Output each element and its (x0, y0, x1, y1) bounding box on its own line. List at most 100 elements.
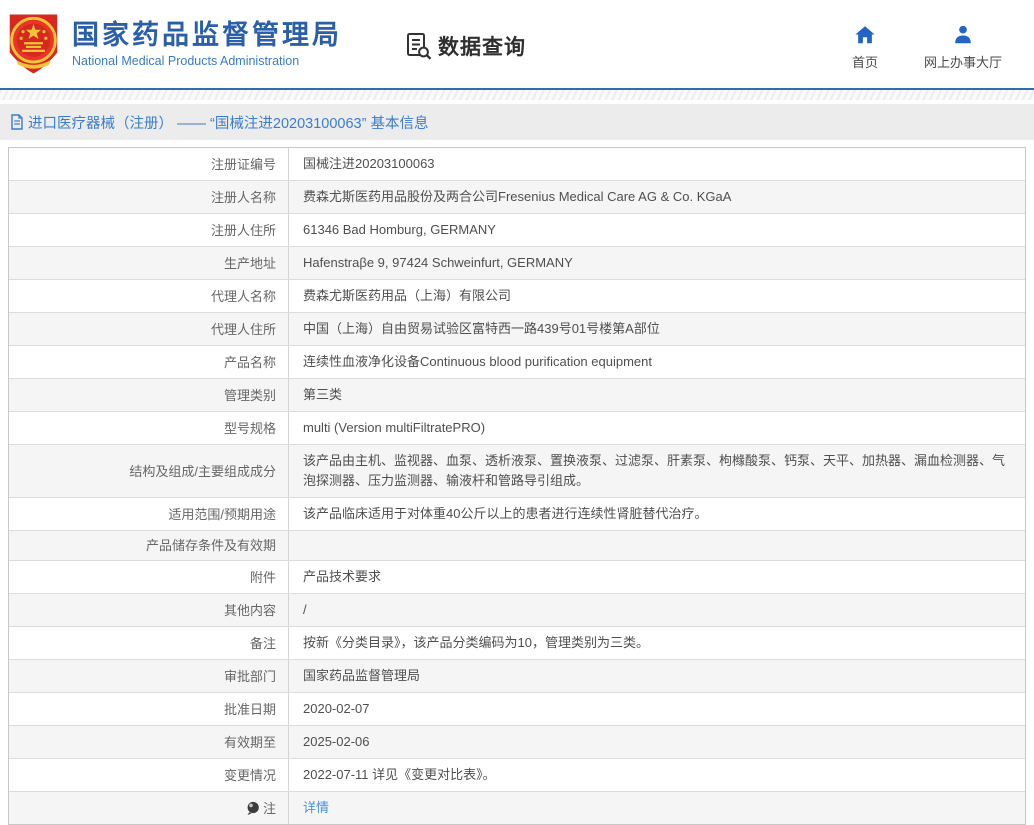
row-value: 按新《分类目录》，该产品分类编码为10，管理类别为三类。 (289, 627, 1025, 659)
row-value: 国械注进20203100063 (289, 148, 1025, 180)
table-row: 适用范围/预期用途 该产品临床适用于对体重40公斤以上的患者进行连续性肾脏替代治… (9, 498, 1025, 531)
row-label: 注册人住所 (9, 214, 289, 246)
row-label-text: 有效期至 (224, 734, 276, 751)
row-label-text: 注册人住所 (211, 222, 276, 239)
table-row: 其他内容 / (9, 594, 1025, 627)
row-label: 备注 (9, 627, 289, 659)
page-header: 国家药品监督管理局 National Medical Products Admi… (0, 0, 1034, 88)
table-row: 备注 按新《分类目录》，该产品分类编码为10，管理类别为三类。 (9, 627, 1025, 660)
header-nav: 首页 网上办事大厅 (852, 24, 1002, 71)
row-label-text: 管理类别 (224, 387, 276, 404)
row-label-text: 注册人名称 (211, 189, 276, 206)
row-value: 该产品临床适用于对体重40公斤以上的患者进行连续性肾脏替代治疗。 (289, 498, 1025, 530)
row-value: 中国（上海）自由贸易试验区富特西一路439号01号楼第A部位 (289, 313, 1025, 345)
row-label: 代理人住所 (9, 313, 289, 345)
document-search-icon (404, 31, 434, 61)
row-label: 附件 (9, 561, 289, 593)
nav-home-label: 首页 (852, 52, 878, 71)
table-row: 批准日期 2020-02-07 (9, 693, 1025, 726)
row-value: 2025-02-06 (289, 726, 1025, 758)
row-label: 有效期至 (9, 726, 289, 758)
row-label-text: 其他内容 (224, 602, 276, 619)
row-label-text: 注册证编号 (211, 156, 276, 173)
nav-service-hall-label: 网上办事大厅 (924, 52, 1002, 71)
row-value: 费森尤斯医药用品（上海）有限公司 (289, 280, 1025, 312)
row-value: 2022-07-11 详见《变更对比表》。 (289, 759, 1025, 791)
user-icon (952, 24, 974, 46)
row-label-text: 变更情况 (224, 767, 276, 784)
row-label-text: 批准日期 (224, 701, 276, 718)
row-label: 代理人名称 (9, 280, 289, 312)
row-label: 产品储存条件及有效期 (9, 531, 289, 560)
row-value: 第三类 (289, 379, 1025, 411)
table-row: 产品储存条件及有效期 (9, 531, 1025, 561)
row-value (289, 531, 1025, 560)
row-label: 注册证编号 (9, 148, 289, 180)
nav-item-service-hall[interactable]: 网上办事大厅 (924, 24, 1002, 71)
row-label: 生产地址 (9, 247, 289, 279)
table-row: 结构及组成/主要组成成分 该产品由主机、监视器、血泵、透析液泵、置换液泵、过滤泵… (9, 445, 1025, 498)
row-label: 其他内容 (9, 594, 289, 626)
table-row: 附件 产品技术要求 (9, 561, 1025, 594)
row-label: 批准日期 (9, 693, 289, 725)
row-label-text: 注 (263, 800, 276, 817)
row-label-text: 结构及组成/主要组成成分 (129, 463, 276, 480)
row-value: 2020-02-07 (289, 693, 1025, 725)
row-value: 61346 Bad Homburg, GERMANY (289, 214, 1025, 246)
table-row: 注册人住所 61346 Bad Homburg, GERMANY (9, 214, 1025, 247)
row-label: 结构及组成/主要组成成分 (9, 445, 289, 497)
home-icon (854, 24, 876, 46)
table-row: 变更情况 2022-07-11 详见《变更对比表》。 (9, 759, 1025, 792)
data-query-section: 数据查询 (404, 31, 526, 61)
document-icon (10, 114, 24, 130)
row-value: 费森尤斯医药用品股份及两合公司Fresenius Medical Care AG… (289, 181, 1025, 213)
table-row: 管理类别 第三类 (9, 379, 1025, 412)
table-row: 审批部门 国家药品监督管理局 (9, 660, 1025, 693)
row-label-text: 生产地址 (224, 255, 276, 272)
row-value: / (289, 594, 1025, 626)
table-row: 代理人住所 中国（上海）自由贸易试验区富特西一路439号01号楼第A部位 (9, 313, 1025, 346)
row-value: multi (Version multiFiltratePRO) (289, 412, 1025, 444)
row-label-text: 附件 (250, 569, 276, 586)
table-row: 有效期至 2025-02-06 (9, 726, 1025, 759)
table-row: 型号规格 multi (Version multiFiltratePRO) (9, 412, 1025, 445)
row-label: 变更情况 (9, 759, 289, 791)
row-label: 注册人名称 (9, 181, 289, 213)
row-label: 注 (9, 792, 289, 824)
row-label-text: 代理人名称 (211, 288, 276, 305)
row-label-text: 产品储存条件及有效期 (146, 537, 276, 554)
record-table: 注册证编号 国械注进20203100063 注册人名称 费森尤斯医药用品股份及两… (8, 147, 1026, 825)
table-row: 注册人名称 费森尤斯医药用品股份及两合公司Fresenius Medical C… (9, 181, 1025, 214)
note-balloon-icon (246, 801, 260, 816)
row-label-text: 备注 (250, 635, 276, 652)
row-value: 该产品由主机、监视器、血泵、透析液泵、置换液泵、过滤泵、肝素泵、枸橼酸泵、钙泵、… (289, 445, 1025, 497)
table-row: 生产地址 Hafenstraβe 9, 97424 Schweinfurt, G… (9, 247, 1025, 280)
row-label-text: 适用范围/预期用途 (168, 506, 276, 523)
org-name-cn: 国家药品监督管理局 (72, 20, 342, 51)
org-name-en: National Medical Products Administration (72, 54, 342, 68)
org-title-block: 国家药品监督管理局 National Medical Products Admi… (72, 20, 342, 68)
data-query-label: 数据查询 (438, 31, 526, 61)
table-row: 注 详情 (9, 792, 1025, 824)
row-label-text: 审批部门 (224, 668, 276, 685)
nav-item-home[interactable]: 首页 (852, 24, 878, 71)
row-value: 连续性血液净化设备Continuous blood purification e… (289, 346, 1025, 378)
table-row: 注册证编号 国械注进20203100063 (9, 148, 1025, 181)
row-label: 管理类别 (9, 379, 289, 411)
row-label: 适用范围/预期用途 (9, 498, 289, 530)
row-label-text: 产品名称 (224, 354, 276, 371)
row-label: 审批部门 (9, 660, 289, 692)
table-row: 产品名称 连续性血液净化设备Continuous blood purificat… (9, 346, 1025, 379)
breadcrumb: 进口医疗器械（注册） —— “国械注进20203100063” 基本信息 (0, 104, 1034, 140)
row-label: 产品名称 (9, 346, 289, 378)
table-row: 代理人名称 费森尤斯医药用品（上海）有限公司 (9, 280, 1025, 313)
row-label-text: 型号规格 (224, 420, 276, 437)
row-label: 型号规格 (9, 412, 289, 444)
detail-link[interactable]: 详情 (303, 798, 329, 818)
striped-band (0, 90, 1034, 100)
national-emblem-logo (5, 12, 62, 76)
row-value: Hafenstraβe 9, 97424 Schweinfurt, GERMAN… (289, 247, 1025, 279)
row-value: 详情 (289, 792, 1025, 824)
breadcrumb-text: 进口医疗器械（注册） —— “国械注进20203100063” 基本信息 (28, 112, 428, 133)
row-value: 国家药品监督管理局 (289, 660, 1025, 692)
